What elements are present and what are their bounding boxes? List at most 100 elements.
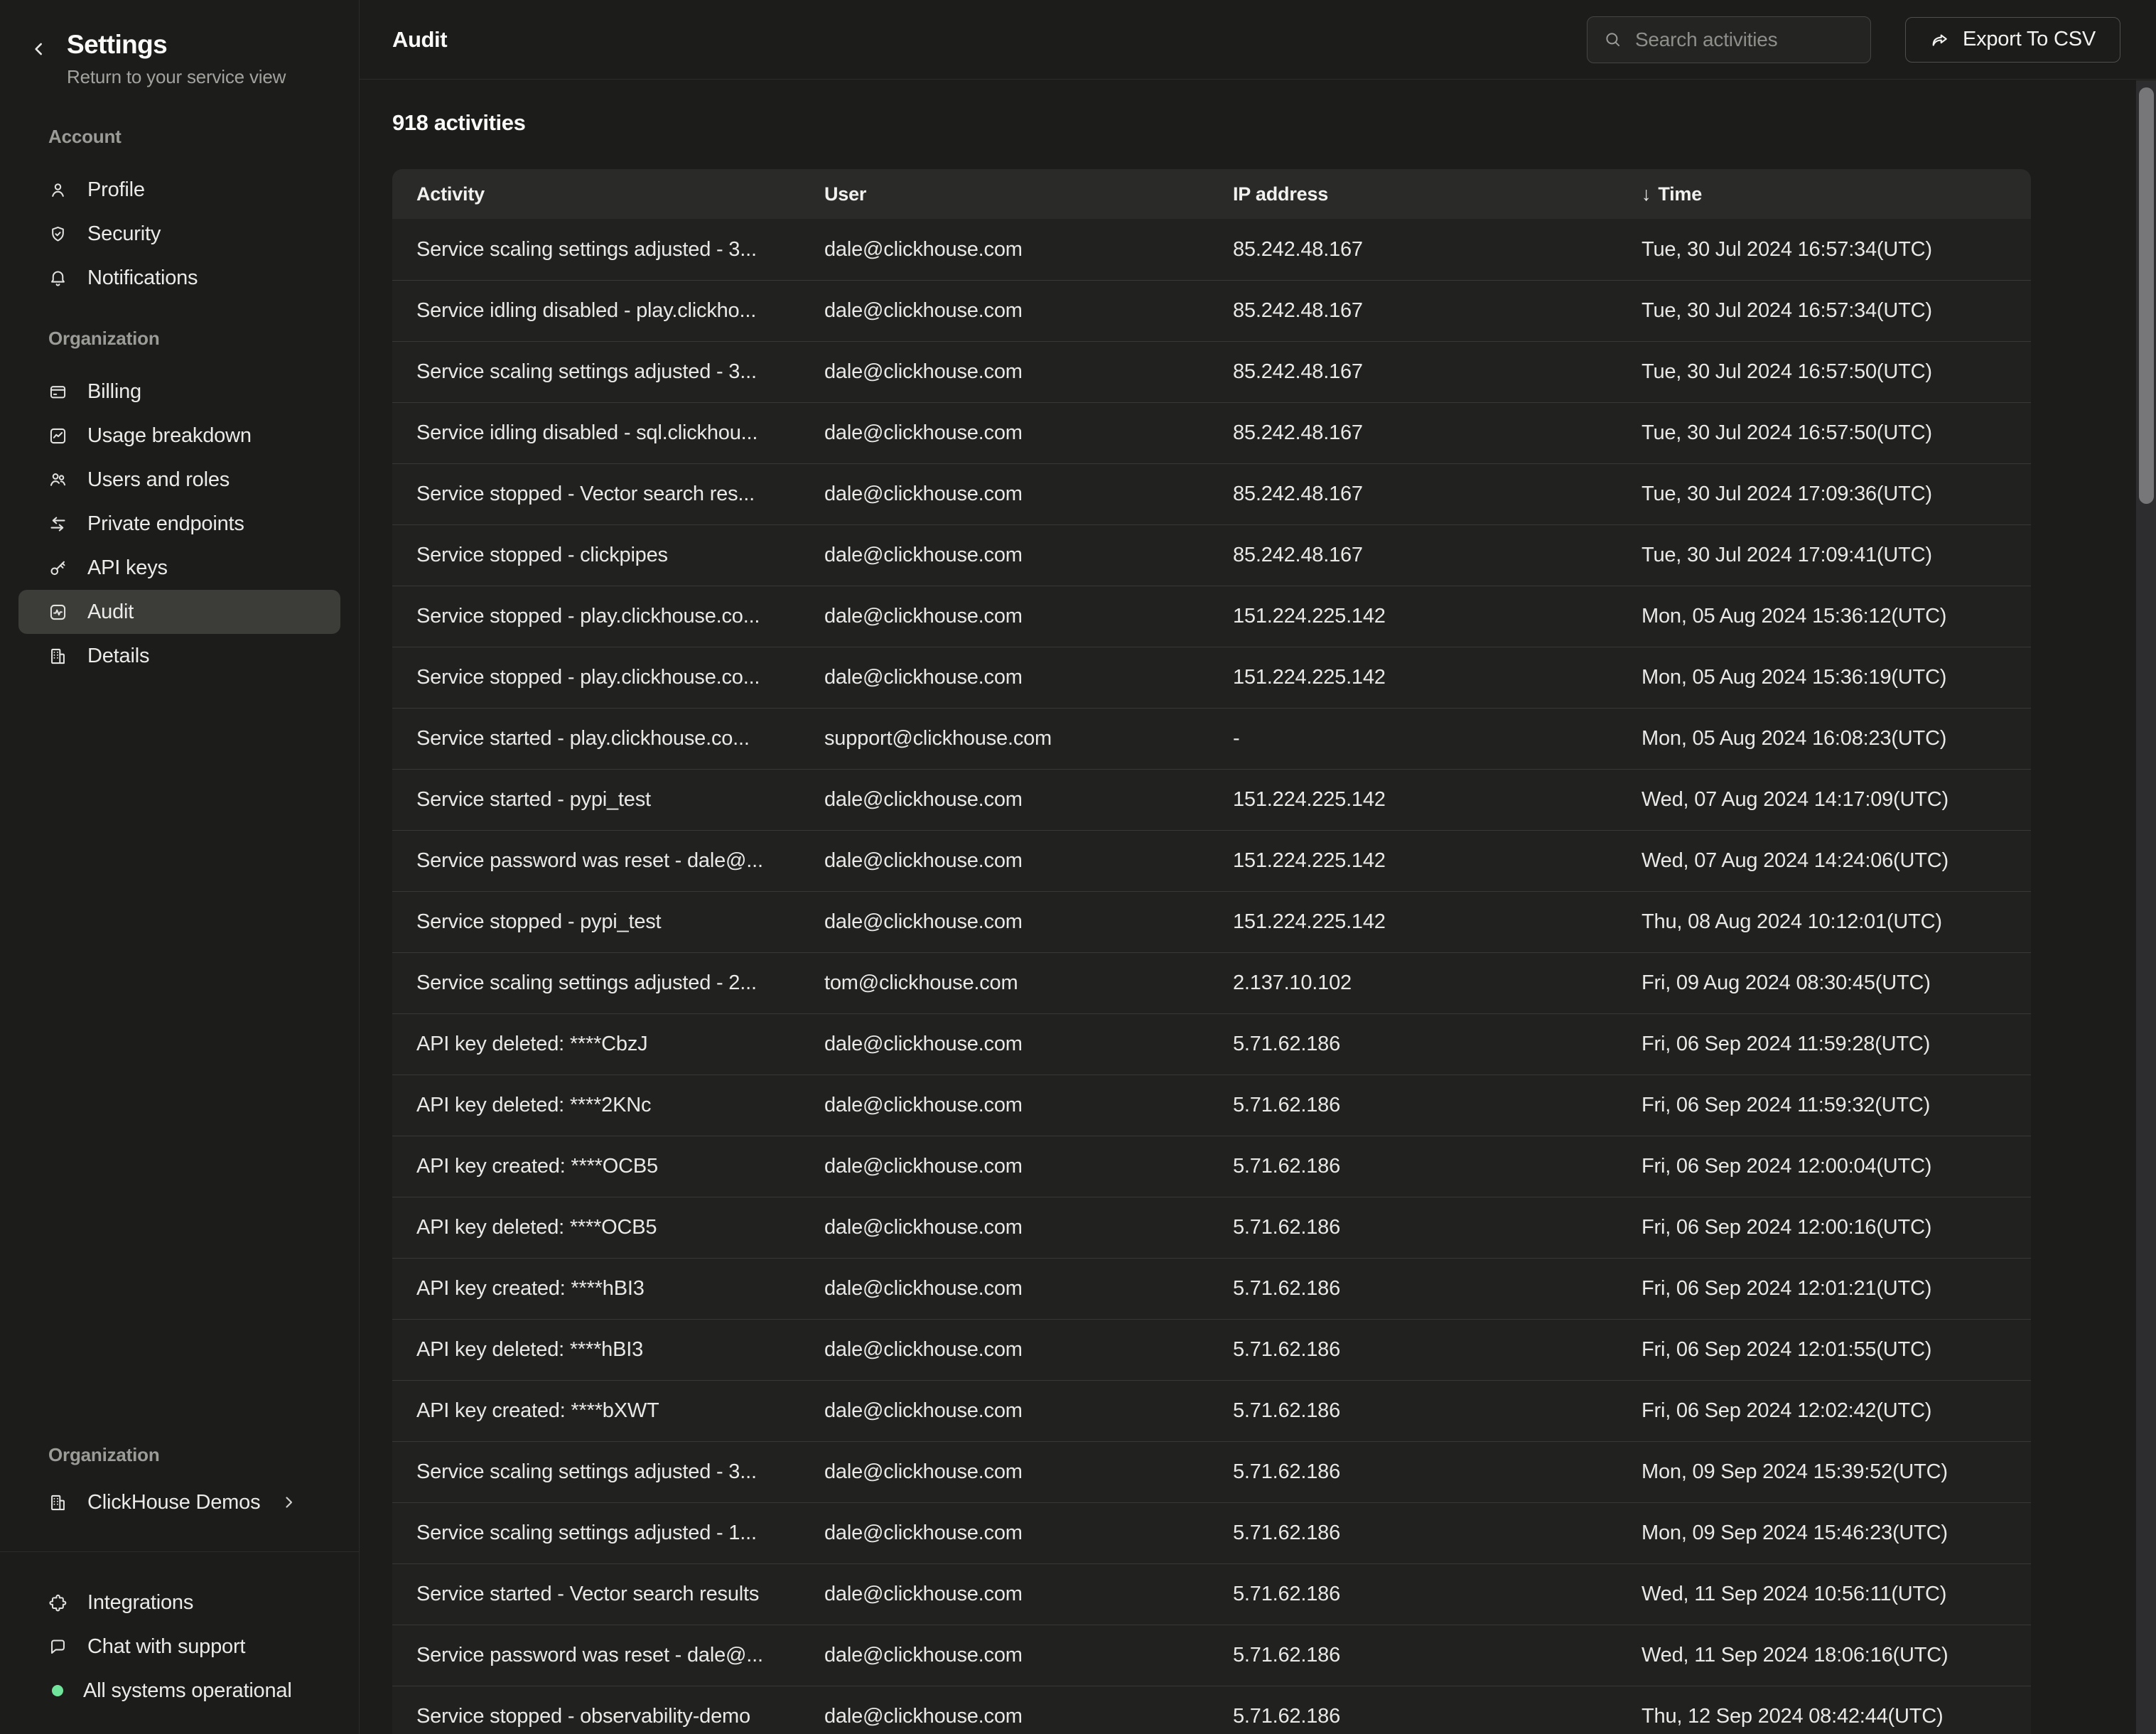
- sidebar-item-integrations[interactable]: Integrations: [18, 1580, 340, 1625]
- table-row[interactable]: Service idling disabled - play.clickho..…: [392, 280, 2031, 341]
- cell-activity: Service password was reset - dale@...: [392, 849, 824, 873]
- sidebar-item-label: API keys: [87, 556, 168, 580]
- table-row[interactable]: API key deleted: ****2KNcdale@clickhouse…: [392, 1075, 2031, 1136]
- cell-activity: Service stopped - play.clickhouse.co...: [392, 666, 824, 689]
- table-row[interactable]: Service scaling settings adjusted - 3...…: [392, 1441, 2031, 1502]
- cell-time: Thu, 12 Sep 2024 08:42:44(UTC): [1642, 1705, 2031, 1728]
- cell-activity: Service started - Vector search results: [392, 1583, 824, 1606]
- sidebar-item-label: Audit: [87, 601, 134, 624]
- sidebar-item-api-keys[interactable]: API keys: [18, 546, 340, 590]
- cell-time: Mon, 05 Aug 2024 15:36:12(UTC): [1642, 605, 2031, 628]
- cell-ip: 5.71.62.186: [1233, 1338, 1642, 1362]
- cell-user: dale@clickhouse.com: [824, 421, 1233, 445]
- cell-activity: Service stopped - clickpipes: [392, 544, 824, 567]
- cell-ip: 5.71.62.186: [1233, 1155, 1642, 1178]
- table-row[interactable]: Service stopped - observability-demodale…: [392, 1686, 2031, 1734]
- export-csv-button[interactable]: Export To CSV: [1905, 17, 2120, 63]
- sidebar-item-profile[interactable]: Profile: [18, 168, 340, 212]
- table-row[interactable]: API key created: ****OCB5dale@clickhouse…: [392, 1136, 2031, 1197]
- sidebar-item-audit[interactable]: Audit: [18, 590, 340, 634]
- cell-user: dale@clickhouse.com: [824, 1155, 1233, 1178]
- cell-ip: 5.71.62.186: [1233, 1522, 1642, 1545]
- cell-user: dale@clickhouse.com: [824, 1094, 1233, 1117]
- table-row[interactable]: API key created: ****hBI3dale@clickhouse…: [392, 1258, 2031, 1319]
- audit-content: 918 activities Activity User IP address …: [360, 109, 2156, 1734]
- sidebar-header: Settings Return to your service view: [0, 0, 359, 88]
- organization-switcher[interactable]: ClickHouse Demos: [18, 1480, 340, 1524]
- cell-ip: 5.71.62.186: [1233, 1277, 1642, 1300]
- table-row[interactable]: Service stopped - clickpipesdale@clickho…: [392, 524, 2031, 586]
- cell-activity: Service scaling settings adjusted - 3...: [392, 238, 824, 262]
- activities-count: 918 activities: [392, 109, 2156, 136]
- cell-ip: 2.137.10.102: [1233, 971, 1642, 995]
- table-row[interactable]: Service idling disabled - sql.clickhou..…: [392, 402, 2031, 463]
- column-header-user[interactable]: User: [824, 183, 1233, 205]
- cell-activity: Service stopped - pypi_test: [392, 910, 824, 934]
- system-status-item[interactable]: All systems operational: [18, 1669, 340, 1713]
- cell-activity: API key created: ****hBI3: [392, 1277, 824, 1300]
- cell-ip: 85.242.48.167: [1233, 483, 1642, 506]
- cell-user: dale@clickhouse.com: [824, 1644, 1233, 1667]
- table-row[interactable]: Service password was reset - dale@...dal…: [392, 830, 2031, 891]
- scrollbar-thumb[interactable]: [2139, 87, 2154, 504]
- cell-activity: Service scaling settings adjusted - 3...: [392, 1460, 824, 1484]
- table-row[interactable]: Service scaling settings adjusted - 3...…: [392, 219, 2031, 280]
- table-row[interactable]: API key created: ****bXWTdale@clickhouse…: [392, 1380, 2031, 1441]
- table-row[interactable]: API key deleted: ****hBI3dale@clickhouse…: [392, 1319, 2031, 1380]
- table-row[interactable]: Service stopped - play.clickhouse.co...d…: [392, 647, 2031, 708]
- building-icon: [48, 1493, 68, 1512]
- sidebar-item-chat-with-support[interactable]: Chat with support: [18, 1625, 340, 1669]
- column-header-ip[interactable]: IP address: [1233, 183, 1642, 205]
- chat-bubble-icon: [48, 1637, 68, 1657]
- scrollbar-track[interactable]: [2136, 80, 2156, 1734]
- cell-ip: 5.71.62.186: [1233, 1399, 1642, 1423]
- table-row[interactable]: Service started - play.clickhouse.co...s…: [392, 708, 2031, 769]
- table-row[interactable]: Service scaling settings adjusted - 2...…: [392, 952, 2031, 1013]
- table-row[interactable]: Service stopped - pypi_testdale@clickhou…: [392, 891, 2031, 952]
- table-row[interactable]: Service scaling settings adjusted - 1...…: [392, 1502, 2031, 1563]
- cell-time: Mon, 05 Aug 2024 15:36:19(UTC): [1642, 666, 2031, 689]
- page-title: Audit: [392, 27, 447, 53]
- cell-user: dale@clickhouse.com: [824, 360, 1233, 384]
- chevron-left-icon: [30, 40, 48, 58]
- sidebar-item-users-and-roles[interactable]: Users and roles: [18, 458, 340, 502]
- sidebar-item-details[interactable]: Details: [18, 634, 340, 678]
- table-row[interactable]: Service stopped - play.clickhouse.co...d…: [392, 586, 2031, 647]
- column-header-activity[interactable]: Activity: [392, 183, 824, 205]
- cell-user: dale@clickhouse.com: [824, 1399, 1233, 1423]
- cell-time: Fri, 06 Sep 2024 11:59:28(UTC): [1642, 1033, 2031, 1056]
- cell-activity: Service scaling settings adjusted - 2...: [392, 971, 824, 995]
- cell-time: Fri, 06 Sep 2024 12:00:16(UTC): [1642, 1216, 2031, 1239]
- cell-ip: 5.71.62.186: [1233, 1094, 1642, 1117]
- table-row[interactable]: Service scaling settings adjusted - 3...…: [392, 341, 2031, 402]
- cell-time: Wed, 11 Sep 2024 10:56:11(UTC): [1642, 1583, 2031, 1606]
- organization-nav: Billing Usage breakdown Users and roles …: [0, 370, 359, 678]
- sidebar-item-label: Integrations: [87, 1591, 193, 1615]
- building-icon: [48, 647, 68, 666]
- sidebar-item-usage-breakdown[interactable]: Usage breakdown: [18, 414, 340, 458]
- cell-time: Fri, 09 Aug 2024 08:30:45(UTC): [1642, 971, 2031, 995]
- account-nav: Profile Security Notifications: [0, 168, 359, 300]
- cell-activity: Service idling disabled - play.clickho..…: [392, 299, 824, 323]
- sidebar-item-notifications[interactable]: Notifications: [18, 256, 340, 300]
- cell-ip: 151.224.225.142: [1233, 666, 1642, 689]
- cell-user: dale@clickhouse.com: [824, 1216, 1233, 1239]
- back-button[interactable]: [30, 40, 48, 58]
- column-header-time[interactable]: ↓ Time: [1642, 183, 2031, 205]
- sidebar-item-private-endpoints[interactable]: Private endpoints: [18, 502, 340, 546]
- table-row[interactable]: Service started - Vector search resultsd…: [392, 1563, 2031, 1625]
- cell-activity: Service stopped - observability-demo: [392, 1705, 824, 1728]
- sidebar-title: Settings: [67, 28, 286, 61]
- table-row[interactable]: API key deleted: ****CbzJdale@clickhouse…: [392, 1013, 2031, 1075]
- cell-ip: 151.224.225.142: [1233, 605, 1642, 628]
- user-icon: [48, 181, 68, 200]
- table-row[interactable]: API key deleted: ****OCB5dale@clickhouse…: [392, 1197, 2031, 1258]
- sidebar-item-security[interactable]: Security: [18, 212, 340, 256]
- search-input[interactable]: [1635, 28, 1855, 51]
- cell-time: Tue, 30 Jul 2024 17:09:41(UTC): [1642, 544, 2031, 567]
- sidebar-item-billing[interactable]: Billing: [18, 370, 340, 414]
- cell-ip: 85.242.48.167: [1233, 544, 1642, 567]
- table-row[interactable]: Service stopped - Vector search res...da…: [392, 463, 2031, 524]
- table-row[interactable]: Service started - pypi_testdale@clickhou…: [392, 769, 2031, 830]
- table-row[interactable]: Service password was reset - dale@...dal…: [392, 1625, 2031, 1686]
